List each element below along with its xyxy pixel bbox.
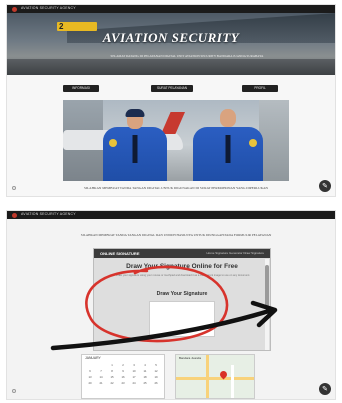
landing-page-screenshot: AVIATION SECURITY AGENCY 2 AVIATION SECU… [6,4,336,197]
calendar-day[interactable]: 16 [118,375,128,380]
logo-icon [12,6,17,12]
calendar-day[interactable]: 11 [140,369,150,374]
officer-male [103,109,167,181]
map-road [231,365,234,398]
top-nav-bar: AVIATION SECURITY AGENCY [7,5,335,13]
calendar-day[interactable]: 15 [107,375,117,380]
calendar-day[interactable]: 10 [129,369,139,374]
road-background [7,59,335,75]
calendar-day[interactable]: 8 [107,369,117,374]
brand-name[interactable]: AVIATION SECURITY AGENCY [21,212,76,216]
top-nav-bar: AVIATION SECURITY AGENCY [7,211,335,219]
map-road [206,355,209,398]
officer-cap [125,109,145,117]
instruction-caption: SILAHKAN MEMBUAT TANDA TANGAN DIGITAL UN… [84,186,268,190]
calendar-day[interactable]: 18 [140,375,150,380]
calendar-day[interactable]: 5 [151,363,161,368]
whatsapp-icon[interactable] [12,186,16,190]
logo-icon [12,212,17,218]
calendar-day[interactable]: 2 [118,363,128,368]
calendar-day[interactable]: 23 [118,381,128,386]
calendar-day[interactable]: 14 [96,375,106,380]
officer-tie [132,135,138,163]
surat-pelayanan-button[interactable]: SURAT PELAYANAN [151,85,193,92]
calendar-day[interactable]: 9 [118,369,128,374]
informasi-button[interactable]: INFORMASI [63,85,99,92]
draw-signature-heading: Draw Your Signature [156,291,208,297]
embedded-description: Draw your signature using your mouse or … [115,274,251,277]
embedded-nav-bar: ONLINE SIGNATURE Home Signature Generato… [94,249,270,258]
hero-title: AVIATION SECURITY [102,30,240,45]
profil-button[interactable]: PROFIL [242,85,278,92]
signature-instruction: SILAHKAN MEMBUAT TANDA TANGAN DIGITAL DA… [80,233,272,237]
map-road [176,377,254,380]
pencil-icon[interactable]: ✎ [319,383,331,395]
embedded-logo[interactable]: ONLINE SIGNATURE [100,250,139,257]
calendar-day[interactable]: 6 [85,369,95,374]
calendar-day[interactable]: 26 [151,381,161,386]
calendar-day[interactable]: 1 [107,363,117,368]
badge-icon [109,139,117,147]
map-location-title: Bandara Juanda [179,356,202,360]
map-widget[interactable]: Bandara Juanda [175,354,255,399]
calendar-widget: JANUARY 1 2 3 4 5 6 7 8 9 10 11 12 13 14 15 16 17 18 19 20 2… [81,354,165,399]
brand-name[interactable]: AVIATION SECURITY AGENCY [21,6,76,10]
nav-button-group: INFORMASI SURAT PELAYANAN PROFIL [7,85,335,92]
calendar-day[interactable] [96,363,106,368]
officer-female [193,109,263,181]
calendar-day[interactable]: 19 [151,375,161,380]
embedded-signature-site: ONLINE SIGNATURE Home Signature Generato… [93,248,271,351]
calendar-day[interactable]: 7 [96,369,106,374]
officer-head [220,109,236,127]
photo-background-right [259,100,289,181]
calendar-day[interactable]: 20 [85,381,95,386]
bottom-widgets: JANUARY 1 2 3 4 5 6 7 8 9 10 11 12 13 14 15 16 17 18 19 20 2… [81,354,271,399]
scrollbar-thumb[interactable] [265,265,269,307]
calendar-day[interactable]: 22 [107,381,117,386]
signature-pad[interactable] [149,301,215,337]
calendar-day[interactable]: 21 [96,381,106,386]
signature-page-screenshot: AVIATION SECURITY AGENCY SILAHKAN MEMBUA… [6,210,336,400]
hero-subtitle: SELAMAT DATANG DI PELAYANAN DIGITAL UNIT… [110,54,264,58]
embedded-heading: Draw Your Signature Online for Free [126,263,238,270]
calendar-day[interactable]: 25 [140,381,150,386]
whatsapp-icon[interactable] [12,389,16,393]
hero-banner: 2 AVIATION SECURITY SELAMAT DATANG DI PE… [7,13,335,75]
calendar-day[interactable]: 4 [140,363,150,368]
calendar-day[interactable] [85,363,95,368]
calendar-day[interactable]: 3 [129,363,139,368]
badge-icon [249,139,257,147]
pencil-icon[interactable]: ✎ [319,180,331,192]
embedded-nav-links[interactable]: Home Signature Generator Draw Signature [206,249,264,258]
officer-tie [225,135,231,163]
security-officers-photo [63,100,289,181]
calendar-day[interactable]: 13 [85,375,95,380]
calendar-day[interactable]: 17 [129,375,139,380]
calendar-day[interactable]: 24 [129,381,139,386]
calendar-grid: 1 2 3 4 5 6 7 8 9 10 11 12 13 14 15 16 17 18 19 20 21 22 23 24 2… [82,361,164,388]
calendar-day[interactable]: 12 [151,369,161,374]
